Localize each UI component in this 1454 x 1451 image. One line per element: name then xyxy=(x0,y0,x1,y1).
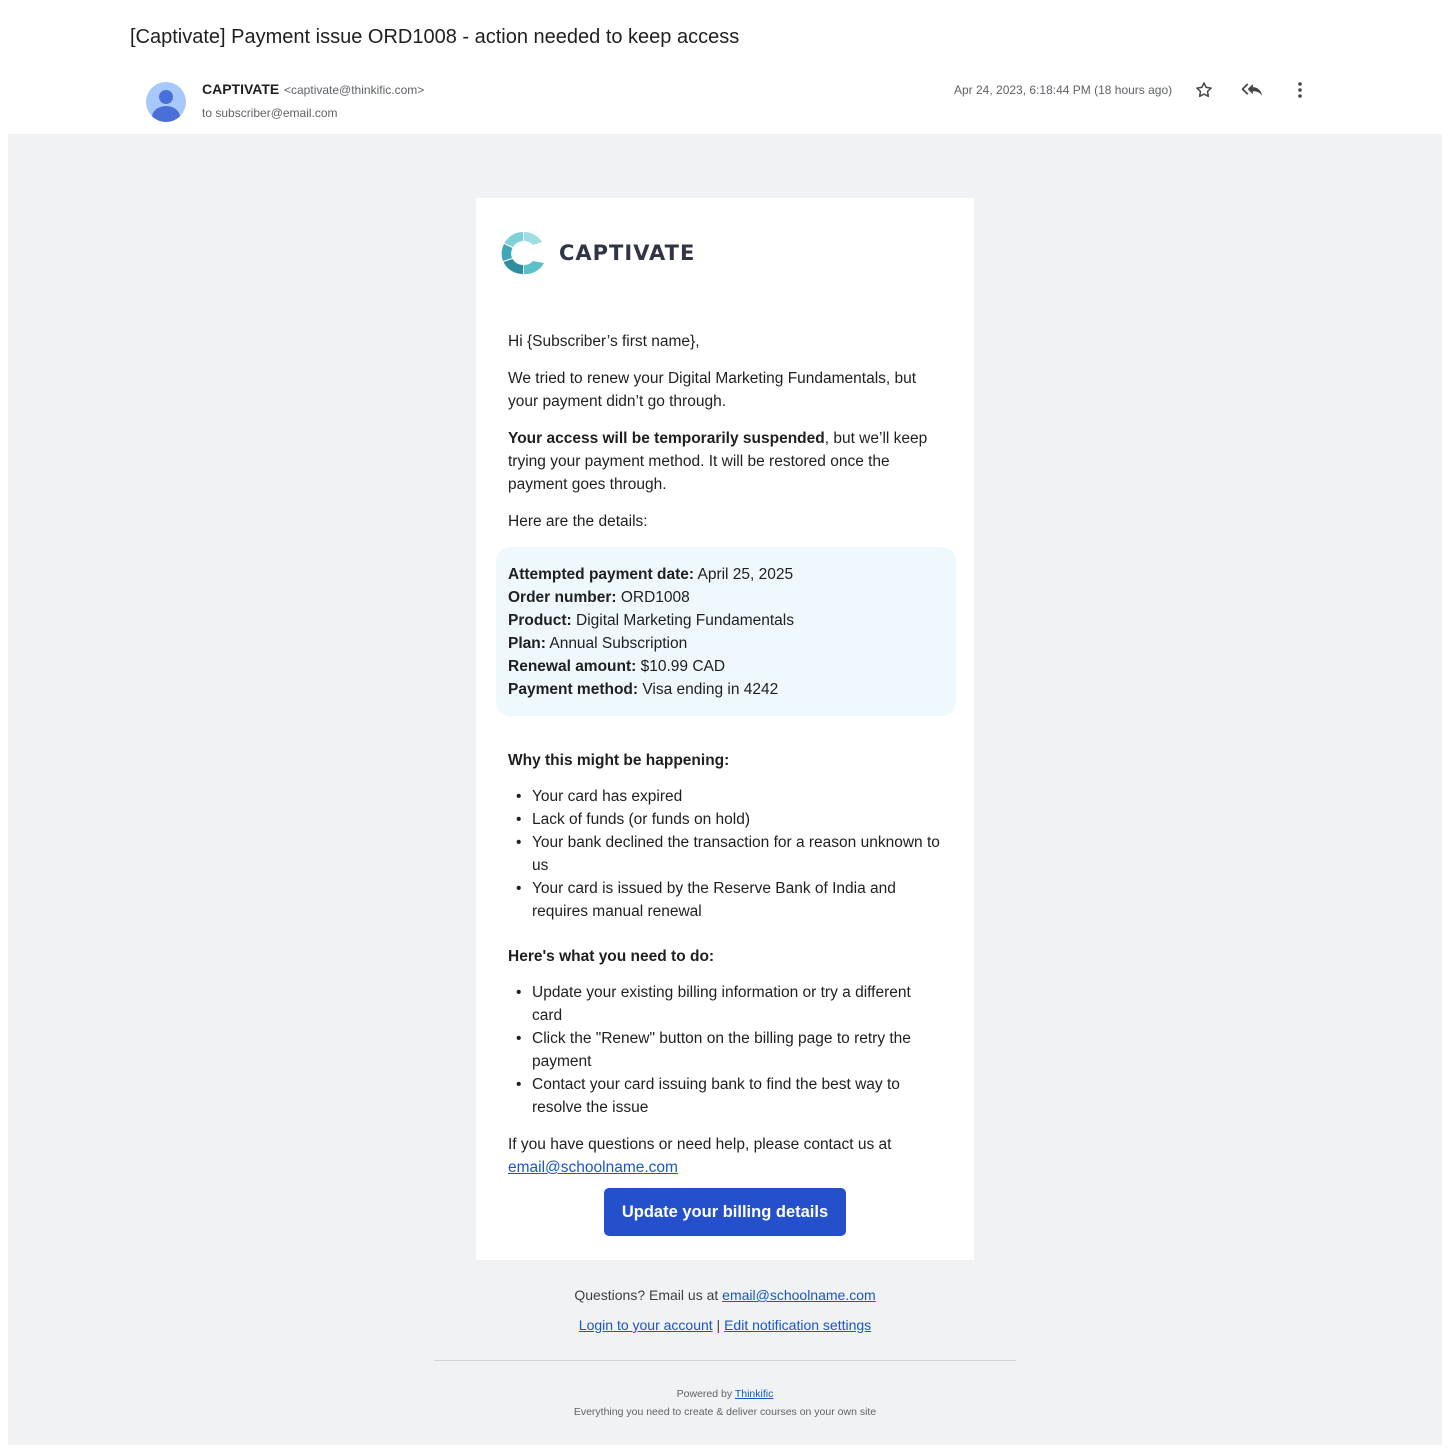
footer-divider xyxy=(434,1360,1016,1361)
email-content: Hi {Subscriber’s first name}, We tried t… xyxy=(496,330,956,1193)
powered-by: Powered by Thinkific xyxy=(8,1388,1442,1400)
list-item: Your card is issued by the Reserve Bank … xyxy=(516,877,944,923)
detail-value: Annual Subscription xyxy=(545,635,688,652)
footer-links: Login to your account | Edit notificatio… xyxy=(8,1317,1442,1333)
recipient-line[interactable]: to subscriber@email.com xyxy=(202,106,338,120)
detail-value: Visa ending in 4242 xyxy=(638,681,779,698)
footer-tagline: Everything you need to create & deliver … xyxy=(573,1406,877,1418)
more-vertical-icon[interactable] xyxy=(1288,78,1312,102)
list-item: Lack of funds (or funds on hold) xyxy=(516,808,944,831)
list-item: Click the "Renew" button on the billing … xyxy=(516,1027,944,1073)
powered-text: Powered by xyxy=(676,1388,735,1400)
update-billing-button[interactable]: Update your billing details xyxy=(604,1188,846,1236)
details-intro: Here are the details: xyxy=(508,513,648,530)
help-text: If you have questions or need help, plea… xyxy=(508,1136,892,1153)
login-link[interactable]: Login to your account xyxy=(579,1317,713,1333)
thinkific-link[interactable]: Thinkific xyxy=(735,1388,774,1400)
detail-label: Renewal amount: xyxy=(508,658,637,675)
list-item: Your card has expired xyxy=(516,785,944,808)
logo-text: CAPTIVATE xyxy=(559,241,696,265)
why-heading: Why this might be happening: xyxy=(508,752,730,769)
sender-name[interactable]: CAPTIVATE xyxy=(202,81,279,97)
why-list: Your card has expired Lack of funds (or … xyxy=(508,785,944,923)
detail-row: Product: Digital Marketing Fundamentals xyxy=(508,609,944,632)
list-item: Contact your card issuing bank to find t… xyxy=(516,1073,944,1119)
payment-details-box: Attempted payment date: April 25, 2025 O… xyxy=(496,547,956,716)
star-icon[interactable] xyxy=(1192,78,1216,102)
detail-label: Plan: xyxy=(508,635,546,652)
email-subject: [Captivate] Payment issue ORD1008 - acti… xyxy=(130,26,740,48)
reply-all-icon[interactable] xyxy=(1240,78,1264,102)
sender-avatar-icon[interactable] xyxy=(146,82,186,122)
detail-value: April 25, 2025 xyxy=(694,566,794,583)
email-card: CAPTIVATE Hi {Subscriber’s first name}, … xyxy=(476,198,974,1260)
detail-label: Order number: xyxy=(508,589,617,606)
sender-email: <captivate@thinkific.com> xyxy=(284,83,425,97)
avatar-head xyxy=(159,90,173,104)
detail-row: Plan: Annual Subscription xyxy=(508,632,944,655)
detail-row: Payment method: Visa ending in 4242 xyxy=(508,678,944,701)
detail-row: Renewal amount: $10.99 CAD xyxy=(508,655,944,678)
greeting: Hi {Subscriber’s first name}, xyxy=(508,333,700,350)
help-paragraph: If you have questions or need help, plea… xyxy=(508,1133,944,1179)
detail-row: Order number: ORD1008 xyxy=(508,586,944,609)
list-item: Update your existing billing information… xyxy=(516,981,944,1027)
detail-row: Attempted payment date: April 25, 2025 xyxy=(508,563,944,586)
detail-label: Attempted payment date: xyxy=(508,566,695,583)
access-paragraph: Your access will be temporarily suspende… xyxy=(508,427,944,496)
list-item: Your bank declined the transaction for a… xyxy=(516,831,944,877)
captivate-logo-icon xyxy=(501,231,544,275)
footer-separator: | xyxy=(712,1317,725,1333)
intro-paragraph: We tried to renew your Digital Marketing… xyxy=(508,370,917,410)
detail-value: Digital Marketing Fundamentals xyxy=(571,612,794,629)
detail-value: $10.99 CAD xyxy=(636,658,726,675)
access-bold: Your access will be temporarily suspende… xyxy=(508,430,825,447)
help-email-link[interactable]: email@schoolname.com xyxy=(508,1159,678,1176)
email-date: Apr 24, 2023, 6:18:44 PM (18 hours ago) xyxy=(954,83,1173,97)
footer-questions: Questions? Email us at email@schoolname.… xyxy=(8,1287,1442,1303)
todo-list: Update your existing billing information… xyxy=(508,981,944,1119)
footer-email-link[interactable]: email@schoolname.com xyxy=(722,1287,876,1303)
notification-settings-link[interactable]: Edit notification settings xyxy=(724,1317,871,1333)
todo-heading: Here's what you need to do: xyxy=(508,948,715,965)
detail-value: ORD1008 xyxy=(616,589,690,606)
email-body-canvas: CAPTIVATE Hi {Subscriber’s first name}, … xyxy=(8,134,1442,1445)
detail-label: Product: xyxy=(508,612,572,629)
footer-questions-text: Questions? Email us at xyxy=(574,1287,723,1303)
captivate-logo: CAPTIVATE xyxy=(500,230,695,276)
avatar-body xyxy=(152,106,180,122)
detail-label: Payment method: xyxy=(508,681,639,698)
